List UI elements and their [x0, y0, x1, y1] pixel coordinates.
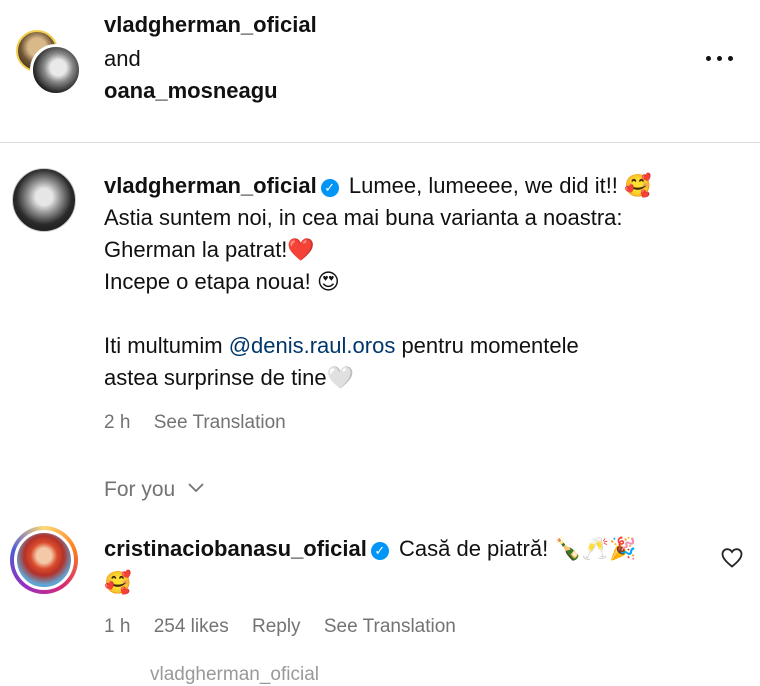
more-options-icon[interactable] — [700, 44, 740, 74]
caption-text: Iti multumim — [104, 333, 229, 358]
collab-avatars[interactable] — [16, 30, 82, 96]
for-you-toggle[interactable]: For you — [104, 478, 205, 502]
chevron-down-icon — [188, 483, 204, 493]
caption-text: Astia suntem noi, in cea mai buna varian… — [104, 205, 623, 230]
avatar[interactable] — [12, 168, 76, 232]
mention-link[interactable]: @denis.raul.oros — [229, 333, 396, 358]
post-header: vladgherman_oficial and oana_mosneagu — [0, 0, 760, 142]
post-caption: vladgherman_oficial ✓ Lumee, lumeeee, we … — [104, 170, 724, 394]
for-you-label: For you — [104, 478, 176, 501]
heart-outline-icon[interactable] — [720, 546, 744, 570]
post-time[interactable]: 2 h — [104, 412, 130, 433]
caption-text: pentru momentele — [395, 333, 579, 358]
comment: cristinaciobanasu_oficial ✓ Casă de piatr… — [104, 532, 704, 600]
story-ring[interactable] — [10, 526, 78, 594]
see-translation-button[interactable]: See Translation — [324, 616, 456, 637]
caption-text: Gherman la patrat!❤️ — [104, 237, 315, 262]
comment-text: 🥰 — [104, 570, 132, 595]
comment-username[interactable]: cristinaciobanasu_oficial — [104, 536, 367, 561]
likes-count[interactable]: 254 likes — [154, 616, 229, 637]
comment-text: Casă de piatră! 🍾🥂🎉 — [399, 536, 637, 561]
see-translation-button[interactable]: See Translation — [154, 412, 286, 433]
avatar[interactable] — [30, 44, 82, 96]
divider — [0, 142, 760, 143]
comment-time[interactable]: 1 h — [104, 616, 130, 637]
avatar[interactable] — [14, 530, 74, 590]
caption-username[interactable]: vladgherman_oficial — [104, 173, 317, 198]
reply-button[interactable]: Reply — [252, 616, 301, 637]
header-username-1[interactable]: vladgherman_oficial — [104, 12, 317, 38]
comment-meta: 1 h 254 likes Reply See Translation — [104, 616, 474, 638]
verified-badge-icon: ✓ — [320, 179, 339, 197]
verified-badge-icon: ✓ — [370, 542, 389, 560]
header-username-2[interactable]: oana_mosneagu — [104, 78, 278, 104]
caption-text: Incepe o etapa noua! 😍 — [104, 269, 340, 294]
caption-text: astea surprinse de tine🤍 — [104, 365, 354, 390]
header-and: and — [104, 46, 141, 71]
caption-text: Lumee, lumeeee, we did it!! 🥰 — [348, 173, 652, 198]
post-meta: 2 h See Translation — [104, 412, 304, 434]
